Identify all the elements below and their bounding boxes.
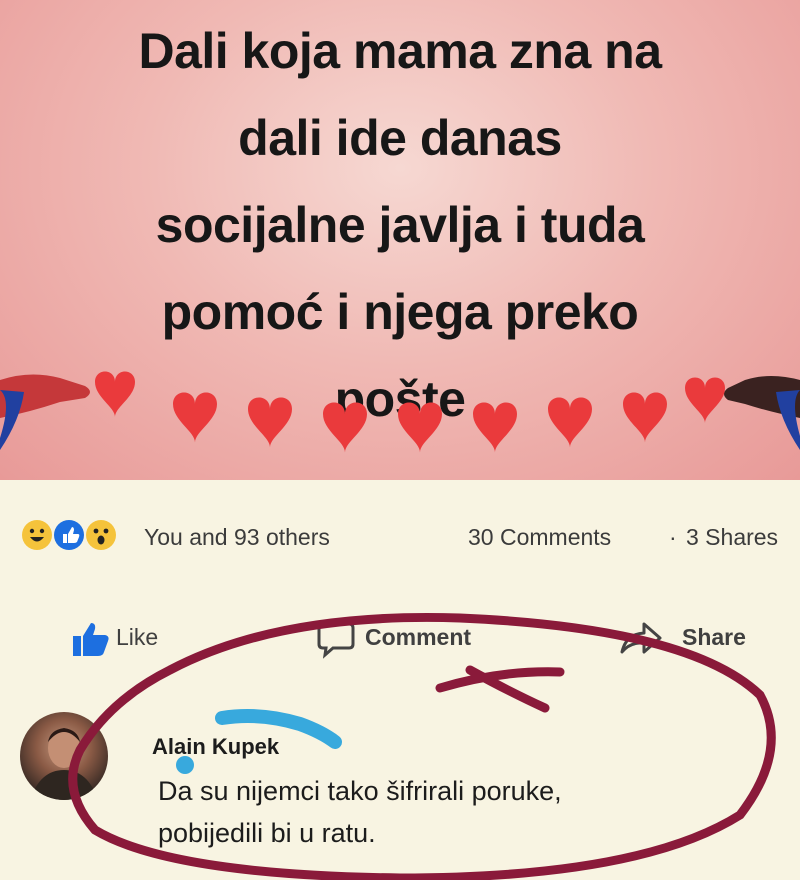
heart-icon [398,402,442,453]
heart-icon [95,371,135,417]
like-reaction-icon [54,520,84,550]
right-hand-icon [724,376,800,450]
reactions-bar[interactable]: You and 93 others 30 Comments · 3 Shares [22,518,800,558]
heart-icon [623,392,667,443]
post-text-line: socijalne javlja i tuda [155,197,645,253]
marker-annotation [68,612,776,880]
post-text-line: Dali koja mama zna na [138,23,662,79]
post-image: Dali koja mama zna na dali ide danas soc… [0,0,800,480]
heart-icon [548,397,592,448]
heart-icon [173,392,217,443]
redaction-scribble [215,709,342,749]
heart-icon [473,402,517,453]
redaction-dot [176,756,194,774]
wow-reaction-icon [86,520,116,550]
comments-count[interactable]: 30 Comments [468,524,611,551]
red-cross-annotation [435,665,565,713]
heart-icon [685,377,725,423]
shares-count[interactable]: 3 Shares [686,524,778,551]
heart-icon [323,402,367,453]
post-text-line: dali ide danas [238,110,562,166]
hearts-garland [0,371,800,453]
reaction-summary[interactable]: You and 93 others [144,524,330,551]
haha-reaction-icon [22,520,52,550]
separator-dot: · [669,524,677,550]
left-hand-icon [0,374,90,450]
red-circle-annotation [68,612,776,880]
heart-icon [248,397,292,448]
